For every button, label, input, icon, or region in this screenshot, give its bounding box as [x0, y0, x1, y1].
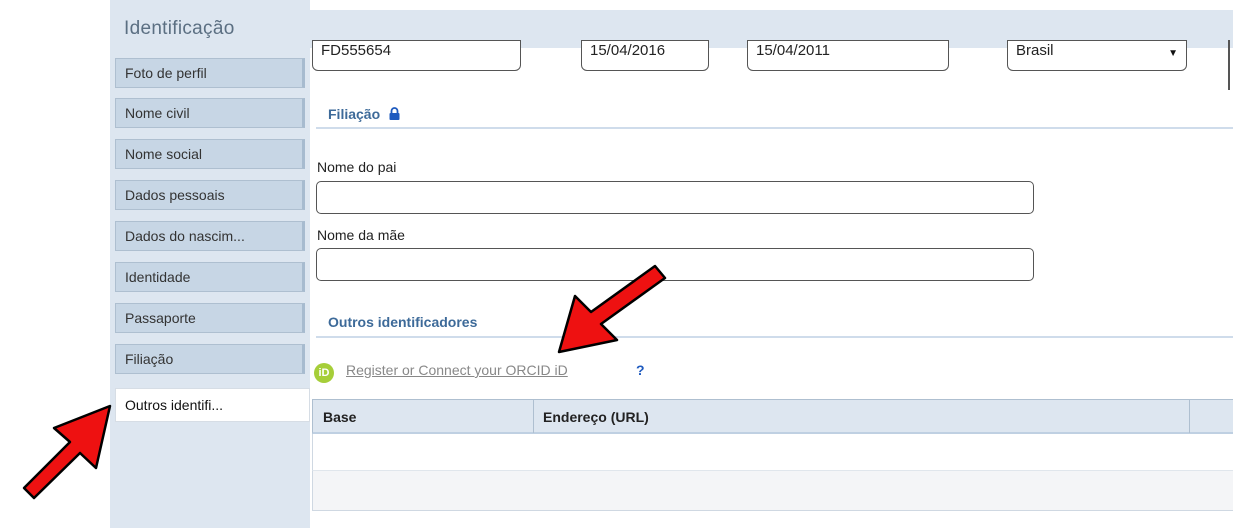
passport-number-value: FD555654 — [321, 42, 392, 59]
column-divider — [533, 400, 534, 433]
expiry-date-value: 15/04/2011 — [756, 42, 830, 59]
sidebar-item-filiacao[interactable]: Filiação — [115, 344, 305, 374]
table-footer-row — [312, 471, 1233, 511]
mother-name-input[interactable] — [316, 248, 1034, 281]
table-row[interactable] — [312, 434, 1233, 471]
father-name-input[interactable] — [316, 181, 1034, 214]
filiacao-section-rule — [316, 127, 1233, 129]
orcid-register-link[interactable]: Register or Connect your ORCID iD — [346, 362, 568, 378]
issue-date-value: 15/04/2016 — [590, 42, 666, 59]
sidebar-item-dados-pessoais[interactable]: Dados pessoais — [115, 180, 305, 210]
sidebar-item-passaporte[interactable]: Passaporte — [115, 303, 305, 333]
sidebar-item-dados-do-nascimento[interactable]: Dados do nascim... — [115, 221, 305, 251]
passport-number-field[interactable]: FD555654 — [312, 40, 521, 71]
country-value: Brasil — [1016, 42, 1054, 59]
issue-date-field[interactable]: 15/04/2016 — [581, 40, 709, 71]
column-divider — [1189, 400, 1190, 433]
lock-icon — [389, 107, 400, 120]
father-name-label: Nome do pai — [317, 159, 397, 175]
cut-off-field-edge — [1228, 40, 1230, 90]
sidebar-item-nome-civil[interactable]: Nome civil — [115, 98, 305, 128]
page-title: Identificação — [124, 18, 235, 39]
filiacao-section-title: Filiação — [328, 106, 400, 122]
sidebar-item-outros-identificadores[interactable]: Outros identifi... — [115, 388, 310, 422]
chevron-down-icon: ▼ — [1168, 48, 1178, 59]
orcid-icon: iD — [314, 363, 334, 383]
sidebar-item-identidade[interactable]: Identidade — [115, 262, 305, 292]
sidebar-item-foto-de-perfil[interactable]: Foto de perfil — [115, 58, 305, 88]
column-header-endereco[interactable]: Endereço (URL) — [543, 409, 649, 425]
outros-identificadores-title: Outros identificadores — [328, 314, 478, 330]
filiacao-title-text: Filiação — [328, 106, 381, 122]
outros-section-rule — [316, 336, 1233, 338]
identifiers-table-header: Base Endereço (URL) — [312, 399, 1233, 434]
country-select[interactable]: Brasil ▼ — [1007, 40, 1187, 71]
expiry-date-field[interactable]: 15/04/2011 — [747, 40, 949, 71]
annotation-arrow-orcid — [557, 264, 667, 354]
sidebar-item-nome-social[interactable]: Nome social — [115, 139, 305, 169]
annotation-arrow-sidebar — [22, 404, 112, 500]
mother-name-label: Nome da mãe — [317, 227, 405, 243]
help-icon[interactable]: ? — [636, 362, 645, 378]
column-header-base[interactable]: Base — [323, 409, 356, 425]
